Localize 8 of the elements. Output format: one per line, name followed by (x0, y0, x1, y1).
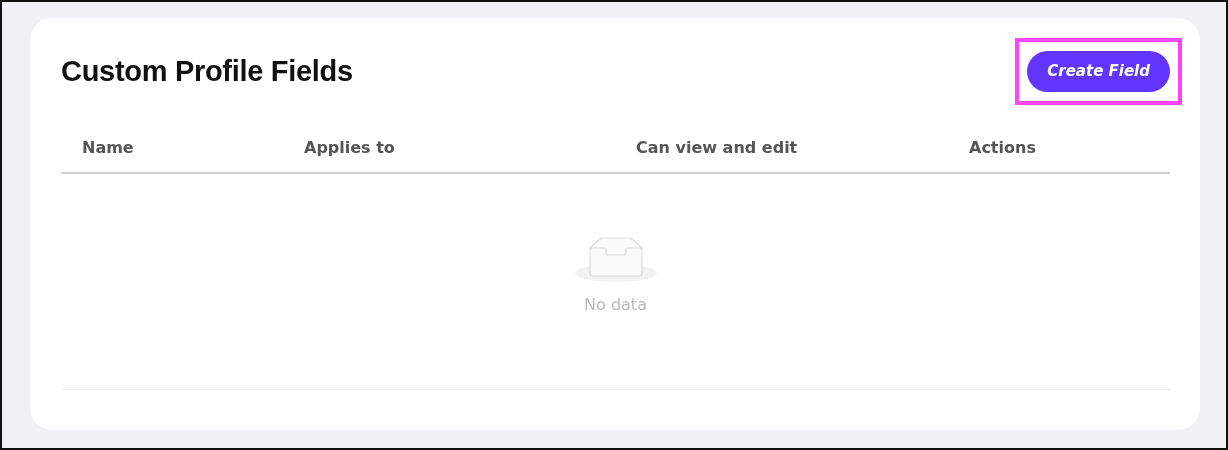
column-header: Can view and edit (635, 138, 799, 157)
column-header: Actions (968, 138, 1037, 157)
column-header: Name (81, 138, 135, 157)
create-field-button[interactable]: Create Field (1027, 50, 1170, 92)
column-header: Applies to (303, 138, 396, 157)
page-title: Custom Profile Fields (61, 54, 353, 88)
empty-inbox-icon (573, 237, 658, 283)
empty-message: No data (584, 295, 647, 314)
